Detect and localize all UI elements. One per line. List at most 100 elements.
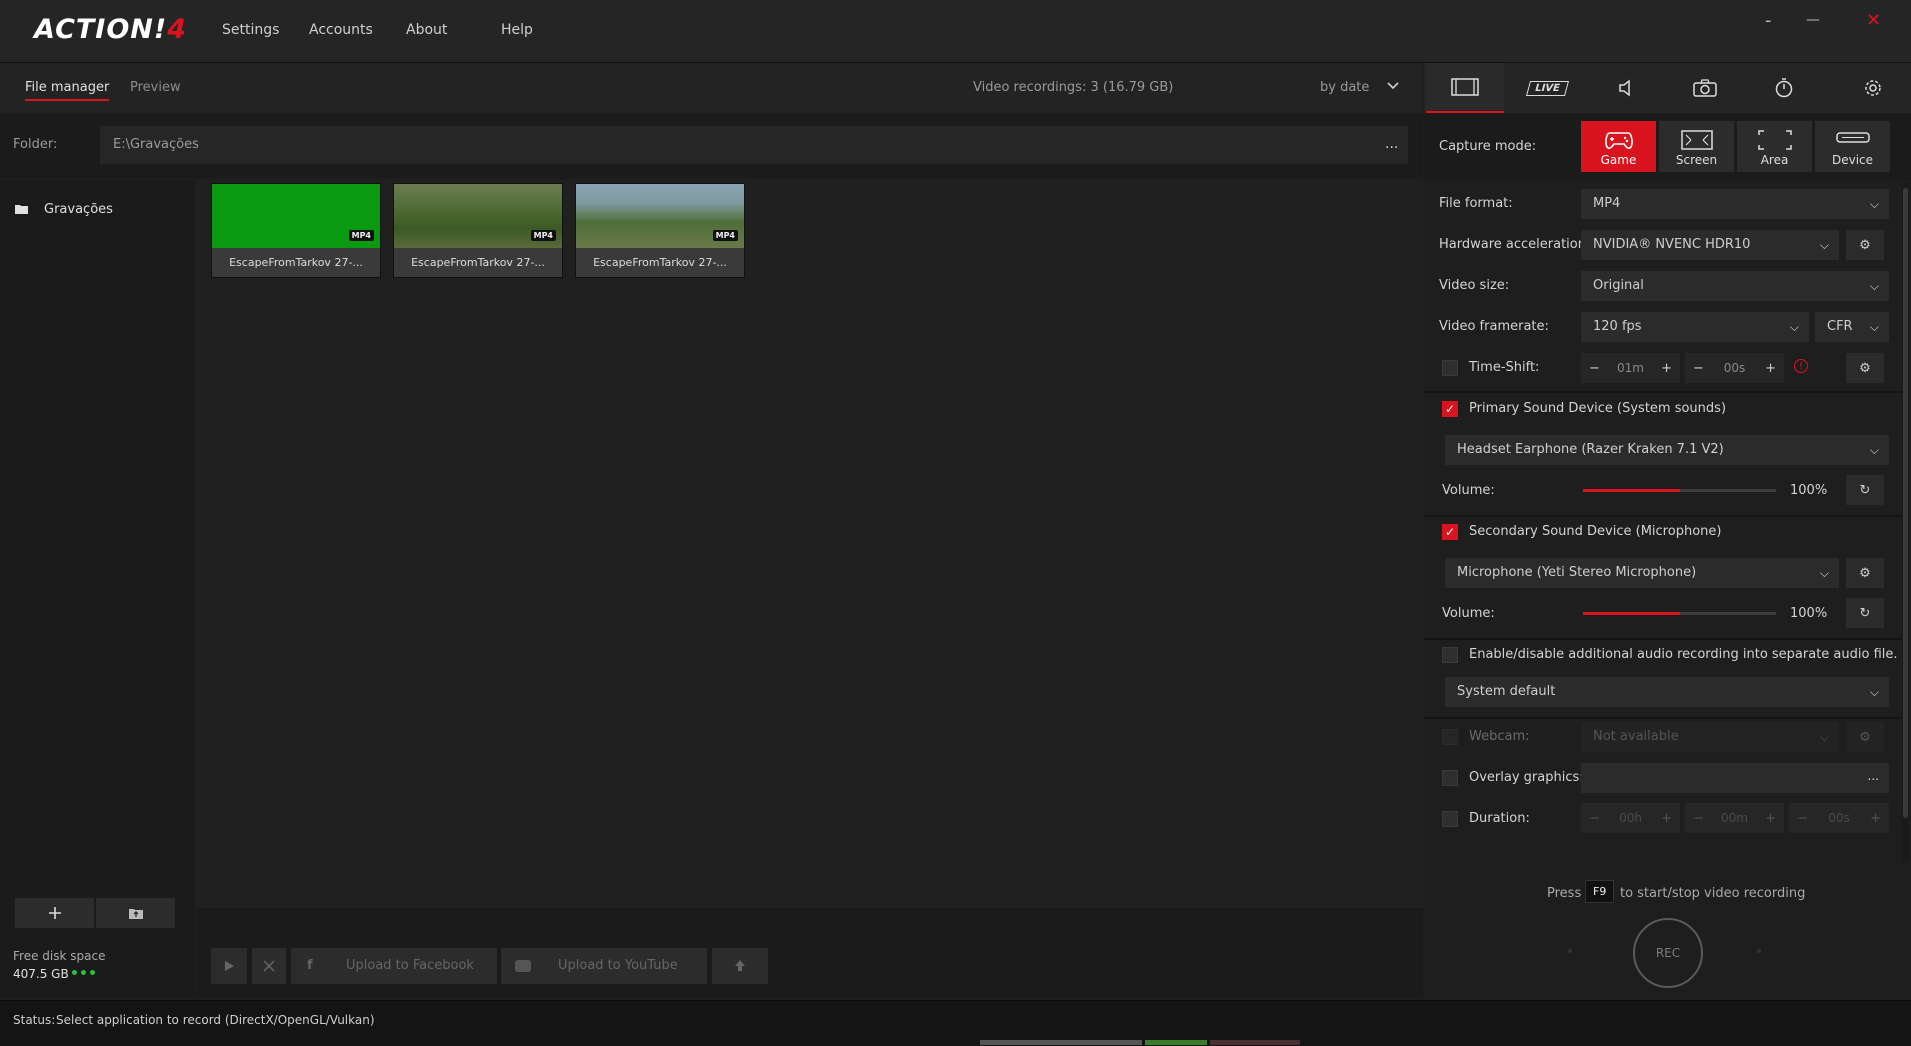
minus-icon[interactable]: − bbox=[1589, 361, 1600, 376]
duration-seconds-stepper[interactable]: −00s + bbox=[1789, 803, 1889, 833]
tab-preview[interactable]: Preview bbox=[130, 80, 181, 95]
hw-accel-select[interactable]: NVIDIA® NVENC HDR10 ⌵ bbox=[1581, 230, 1839, 260]
primary-volume-slider[interactable] bbox=[1583, 489, 1776, 492]
upload-youtube-button[interactable]: Upload to YouTube bbox=[501, 948, 707, 984]
plus-icon[interactable]: + bbox=[1765, 811, 1776, 826]
microphone-settings-button[interactable]: ⚙ bbox=[1846, 558, 1884, 588]
screen-icon bbox=[1680, 130, 1713, 150]
facebook-icon: f bbox=[307, 958, 313, 973]
chevron-down-icon: ⌵ bbox=[1869, 685, 1879, 699]
play-icon bbox=[225, 961, 234, 971]
action-window: ACTION!4 Settings Accounts About Help - … bbox=[0, 0, 1911, 1046]
tab-scheduler[interactable] bbox=[1745, 63, 1823, 113]
additional-audio-checkbox[interactable] bbox=[1442, 647, 1458, 663]
duration-minutes-stepper[interactable]: −00m + bbox=[1685, 803, 1784, 833]
recordings-grid bbox=[196, 180, 1423, 908]
video-size-label: Video size: bbox=[1439, 278, 1510, 293]
menu-about[interactable]: About bbox=[406, 22, 447, 38]
webcam-label: Webcam: bbox=[1469, 729, 1530, 744]
remove-folder-button[interactable] bbox=[96, 898, 175, 928]
capture-mode-game[interactable]: Game bbox=[1581, 121, 1656, 172]
settings-scrollbar[interactable] bbox=[1902, 182, 1909, 862]
plus-icon[interactable]: + bbox=[1661, 811, 1672, 826]
sidebar-item-gravacoes[interactable]: Gravações bbox=[44, 202, 113, 217]
minus-icon[interactable]: − bbox=[1797, 811, 1808, 826]
gear-icon bbox=[1865, 80, 1881, 96]
plus-icon[interactable]: + bbox=[1870, 811, 1881, 826]
reset-icon: ↻ bbox=[1859, 482, 1871, 498]
secondary-sound-device-select[interactable]: Microphone (Yeti Stereo Microphone) ⌵ bbox=[1445, 558, 1839, 588]
capture-mode-screen[interactable]: Screen bbox=[1659, 121, 1734, 172]
close-icon bbox=[263, 960, 275, 972]
overlay-checkbox[interactable] bbox=[1442, 770, 1458, 786]
hw-accel-settings-button[interactable]: ⚙ bbox=[1846, 230, 1884, 260]
additional-audio-device-select[interactable]: System default ⌵ bbox=[1445, 677, 1889, 707]
chevron-down-icon: ⌵ bbox=[1819, 730, 1829, 744]
tab-audio[interactable] bbox=[1587, 63, 1665, 113]
menu-settings[interactable]: Settings bbox=[222, 22, 279, 38]
framerate-select[interactable]: 120 fps ⌵ bbox=[1581, 312, 1809, 342]
secondary-volume-reset-button[interactable]: ↻ bbox=[1846, 598, 1884, 628]
recording-thumbnail[interactable]: MP4 EscapeFromTarkov 27-... bbox=[393, 183, 563, 278]
folder-remove-icon bbox=[128, 909, 143, 919]
overlay-path-field[interactable]: ... bbox=[1581, 763, 1889, 793]
tab-screenshot[interactable] bbox=[1666, 63, 1744, 113]
video-size-select[interactable]: Original ⌵ bbox=[1581, 271, 1889, 301]
webcam-checkbox[interactable] bbox=[1442, 729, 1458, 745]
folder-path-field[interactable] bbox=[100, 126, 1408, 164]
tab-video[interactable] bbox=[1426, 63, 1504, 113]
maximize-button[interactable]: — bbox=[1806, 12, 1820, 28]
capture-mode-area[interactable]: Area bbox=[1737, 121, 1812, 172]
timeshift-seconds-stepper[interactable]: −00s + bbox=[1685, 353, 1784, 383]
primary-volume-label: Volume: bbox=[1442, 483, 1495, 498]
sort-dropdown[interactable]: by date bbox=[1320, 80, 1369, 95]
duration-hours-stepper[interactable]: −00h + bbox=[1581, 803, 1680, 833]
thumbnail-caption: EscapeFromTarkov 27-... bbox=[394, 248, 562, 277]
primary-volume-reset-button[interactable]: ↻ bbox=[1846, 475, 1884, 505]
secondary-volume-slider[interactable] bbox=[1583, 612, 1776, 615]
chevron-down-icon: ⌵ bbox=[1869, 197, 1879, 211]
close-button[interactable]: ✕ bbox=[1866, 10, 1881, 31]
timeshift-checkbox[interactable] bbox=[1442, 360, 1458, 376]
plus-icon[interactable]: + bbox=[1661, 361, 1672, 376]
timeshift-settings-button[interactable]: ⚙ bbox=[1846, 353, 1884, 383]
minimize-button[interactable]: - bbox=[1765, 10, 1772, 31]
gear-icon: ⚙ bbox=[1859, 360, 1871, 376]
duration-checkbox[interactable] bbox=[1442, 811, 1458, 827]
plus-icon bbox=[48, 907, 61, 919]
recording-thumbnail[interactable]: MP4 EscapeFromTarkov 27-... bbox=[211, 183, 381, 278]
warning-icon[interactable]: ! bbox=[1794, 359, 1808, 373]
tab-file-manager[interactable]: File manager bbox=[25, 80, 110, 101]
recording-thumbnail[interactable]: MP4 EscapeFromTarkov 27-... bbox=[575, 183, 745, 278]
rec-button[interactable]: REC bbox=[1633, 918, 1703, 988]
minus-icon[interactable]: − bbox=[1589, 811, 1600, 826]
minus-icon[interactable]: − bbox=[1693, 361, 1704, 376]
chevron-down-icon[interactable] bbox=[1386, 78, 1400, 96]
menu-help[interactable]: Help bbox=[501, 22, 533, 38]
primary-sound-checkbox[interactable]: ✓ bbox=[1442, 401, 1458, 417]
folder-browse-button[interactable]: ... bbox=[1385, 136, 1398, 152]
speaker-icon bbox=[1619, 79, 1630, 97]
framerate-mode-select[interactable]: CFR ⌵ bbox=[1815, 312, 1889, 342]
minus-icon[interactable]: − bbox=[1693, 811, 1704, 826]
play-button[interactable] bbox=[211, 948, 247, 984]
tab-live[interactable]: LIVE bbox=[1508, 63, 1586, 113]
secondary-sound-checkbox[interactable]: ✓ bbox=[1442, 524, 1458, 540]
menu-accounts[interactable]: Accounts bbox=[309, 22, 373, 38]
webcam-select[interactable]: Not available ⌵ bbox=[1581, 722, 1839, 752]
file-format-select[interactable]: MP4 ⌵ bbox=[1581, 189, 1889, 219]
delete-button[interactable] bbox=[252, 948, 286, 984]
volume-fill bbox=[1583, 489, 1680, 492]
format-badge: MP4 bbox=[530, 230, 556, 241]
webcam-settings-button[interactable]: ⚙ bbox=[1846, 722, 1884, 752]
plus-icon[interactable]: + bbox=[1765, 361, 1776, 376]
add-folder-button[interactable] bbox=[15, 898, 94, 928]
timeshift-minutes-stepper[interactable]: −01m + bbox=[1581, 353, 1680, 383]
overlay-browse-button[interactable]: ... bbox=[1868, 761, 1879, 791]
capture-mode-device[interactable]: Device bbox=[1815, 121, 1890, 172]
upload-button[interactable] bbox=[712, 948, 768, 984]
film-icon bbox=[1451, 78, 1479, 96]
tab-settings[interactable] bbox=[1834, 63, 1911, 113]
upload-facebook-button[interactable]: f Upload to Facebook bbox=[291, 948, 497, 984]
primary-sound-device-select[interactable]: Headset Earphone (Razer Kraken 7.1 V2) ⌵ bbox=[1445, 435, 1889, 465]
